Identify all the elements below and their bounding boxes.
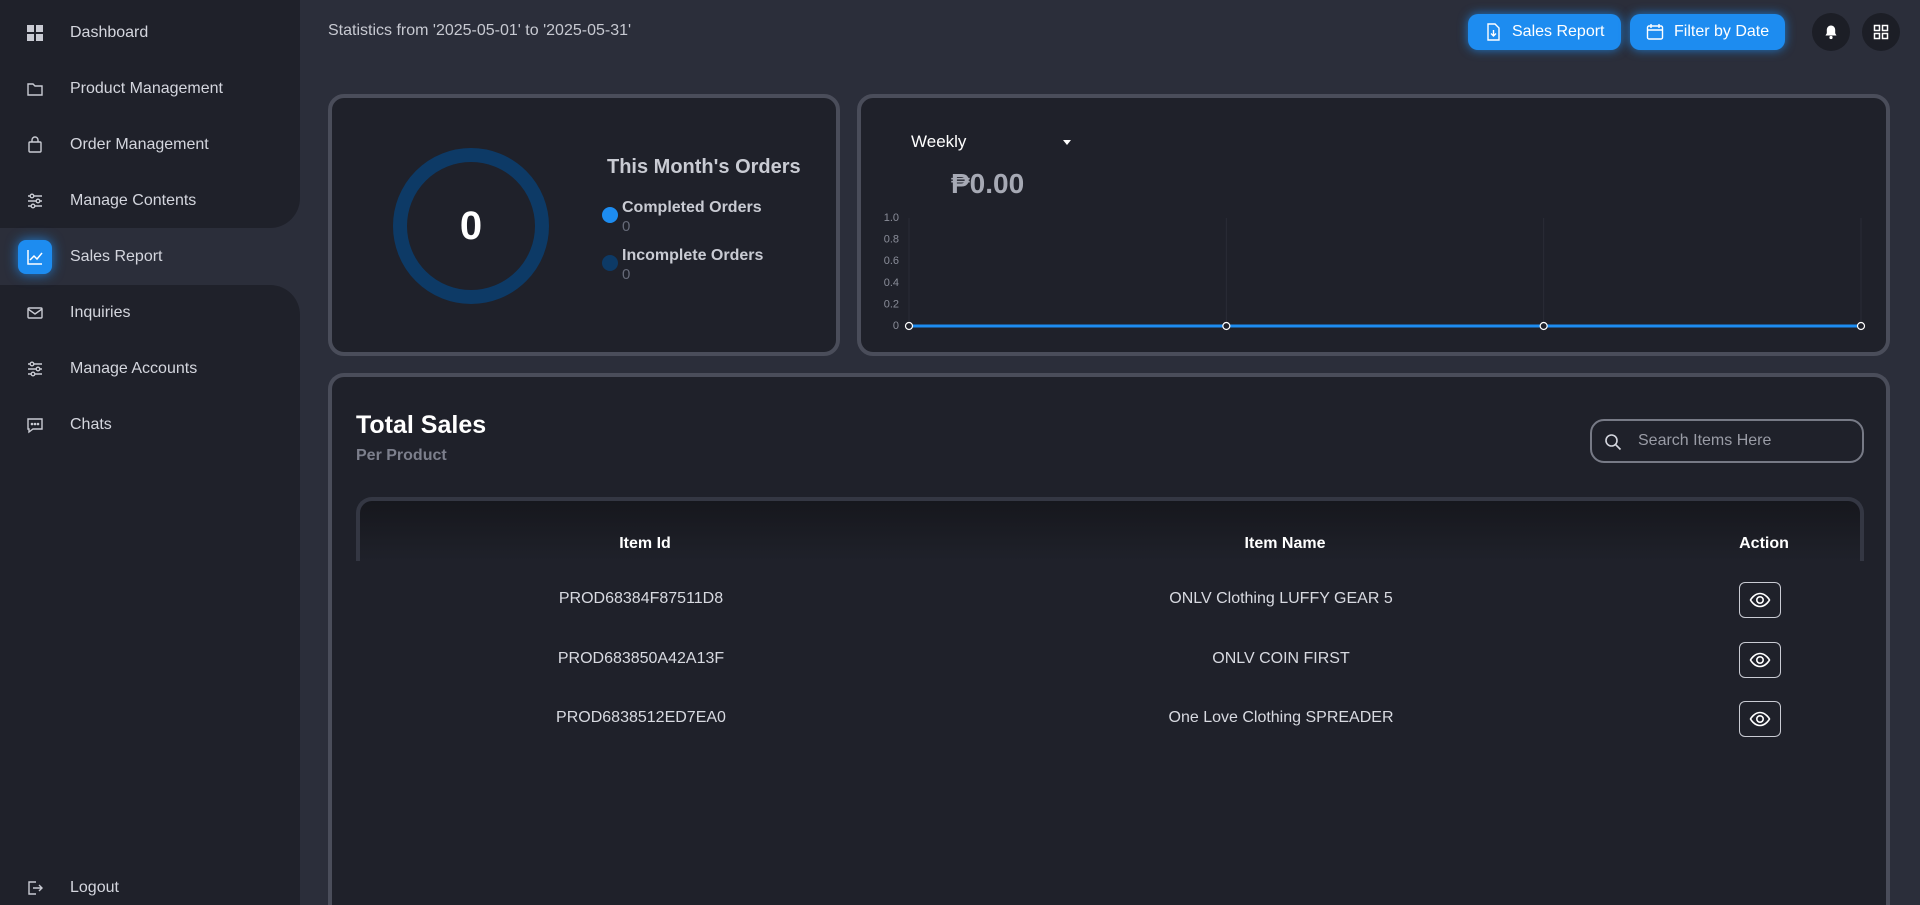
table-row: PROD683850A42A13F ONLV COIN FIRST [356,636,1864,684]
total-sales-subtitle: Per Product [356,447,447,464]
filter-by-date-button[interactable]: Filter by Date [1630,14,1786,50]
item-id: PROD68384F87511D8 [558,590,724,607]
sidebar-item-label: Manage Accounts [70,360,198,377]
sliders-icon [18,184,52,218]
orders-card-title: This Month's Orders [607,156,801,178]
orders-card: 0 This Month's Orders Completed Orders 0… [328,94,840,356]
sidebar-item-dashboard[interactable]: Dashboard [18,11,300,55]
sliders-icon [18,352,52,386]
eye-icon [1749,652,1771,668]
column-header-action: Action [1739,535,1789,552]
completed-value: 0 [622,218,631,235]
shopping-bag-icon [18,128,52,162]
sidebar-item-label: Inquiries [70,304,131,321]
chat-icon [18,408,52,442]
sidebar-item-order-management[interactable]: Order Management [18,123,300,167]
y-tick-label: 0 [893,320,899,332]
item-id: PROD6838512ED7EA0 [556,709,726,726]
orders-total: 0 [459,203,483,248]
app: Dashboard Product Management Order Manag… [0,0,1920,905]
search-box [1590,419,1864,463]
sidebar-item-manage-contents[interactable]: Manage Contents [18,179,300,223]
sales-report-label: Sales Report [1512,23,1605,40]
apps-grid-icon [1873,24,1889,40]
search-icon [1605,434,1622,451]
calendar-icon [1646,24,1664,40]
column-header-item-name: Item Name [1244,535,1326,552]
sidebar-item-label: Chats [70,416,112,433]
sidebar: Dashboard Product Management Order Manag… [0,0,300,905]
view-button[interactable] [1739,582,1781,618]
eye-icon [1749,711,1771,727]
search-input[interactable] [1638,421,1858,461]
y-tick-label: 0.6 [884,255,899,267]
sales-line-chart: 0 0.2 0.4 0.6 0.8 1.0 [884,212,1866,332]
view-button[interactable] [1739,642,1781,678]
file-download-icon [1487,23,1500,41]
y-tick-label: 0.2 [884,298,899,310]
data-point [1856,321,1866,331]
sidebar-item-label: Manage Contents [70,192,197,209]
sidebar-item-manage-accounts[interactable]: Manage Accounts [18,347,300,391]
column-header-item-id: Item Id [619,535,671,552]
data-point [904,321,914,331]
mail-icon [18,296,52,330]
completed-dot [602,207,618,223]
table-row: PROD6838512ED7EA0 One Love Clothing SPRE… [356,695,1864,743]
total-sales-card: Total Sales Per Product Item Id Item Nam… [328,373,1890,905]
completed-label: Completed Orders [622,199,762,216]
y-tick-label: 0.8 [884,234,899,246]
chart-icon [18,240,52,274]
apps-button[interactable] [1862,13,1900,51]
table-header: Item Id Item Name Action [356,497,1864,561]
incomplete-dot [602,255,618,271]
filter-by-date-label: Filter by Date [1674,23,1770,40]
sales-table: Item Id Item Name Action PROD68384F87511… [356,497,1864,905]
logout-label: Logout [70,879,119,896]
y-tick-label: 0.4 [884,277,899,289]
item-name: ONLV Clothing LUFFY GEAR 5 [1169,590,1393,607]
total-sales-title: Total Sales [356,411,487,439]
table-row: PROD68384F87511D8 ONLV Clothing LUFFY GE… [356,576,1864,624]
sidebar-item-product-management[interactable]: Product Management [18,67,300,111]
sidebar-item-label: Dashboard [70,24,149,41]
view-button[interactable] [1739,701,1781,737]
eye-icon [1749,592,1771,608]
sidebar-item-label: Sales Report [70,248,163,265]
incomplete-value: 0 [622,266,631,283]
sidebar-item-inquiries[interactable]: Inquiries [18,291,300,335]
item-id: PROD683850A42A13F [557,650,725,667]
folder-icon [18,72,52,106]
notifications-button[interactable] [1812,13,1850,51]
sidebar-item-label: Order Management [70,136,209,153]
sales-report-button[interactable]: Sales Report [1468,14,1621,50]
incomplete-label: Incomplete Orders [622,247,764,264]
logout-icon [18,871,52,905]
sales-chart-card: Weekly ₱0.00 0 0.2 0.4 0.6 0.8 1.0 [857,94,1890,356]
sidebar-item-chats[interactable]: Chats [18,403,300,447]
statistics-range: Statistics from '2025-05-01' to '2025-05… [328,22,632,39]
item-name: ONLV COIN FIRST [1212,650,1350,667]
grid-icon [18,16,52,50]
bell-icon [1825,25,1837,40]
logout-button[interactable]: Logout [18,866,300,905]
sidebar-item-label: Product Management [70,80,223,97]
sidebar-item-sales-report[interactable]: Sales Report [18,235,300,279]
data-point [1222,321,1231,331]
item-name: One Love Clothing SPREADER [1168,709,1394,726]
y-tick-label: 1.0 [884,212,899,224]
data-point [1539,321,1548,331]
